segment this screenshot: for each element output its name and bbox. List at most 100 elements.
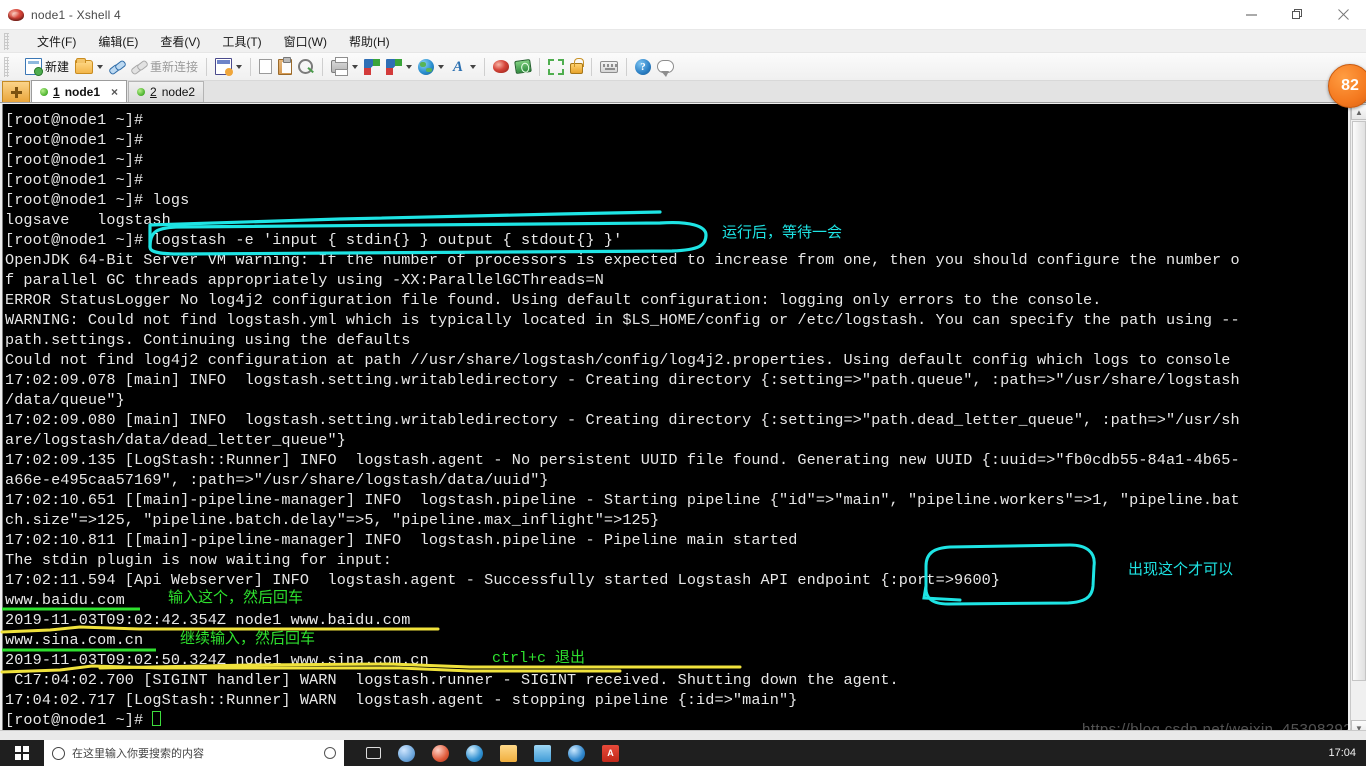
tab-label: node1 [64,84,101,99]
terminal-output[interactable]: [root@node1 ~]# [root@node1 ~]# [root@node… [2,104,1348,736]
folder-icon-1[interactable] [500,744,517,762]
window-controls [1228,0,1366,30]
folder-icon-2[interactable] [534,744,551,762]
terminal-line: 17:02:11.594 [Api Webserver] INFO logsta… [5,571,1001,589]
help-icon: ? [635,58,652,75]
taskbar-clock[interactable]: 17:04 [1328,747,1366,759]
terminal-line: a66e-e495caa57169", :path=>"/usr/share/l… [5,471,549,489]
terminal-line: [root@node1 ~]# logstash -e 'input { std… [5,231,623,249]
start-button[interactable] [0,740,44,766]
toolbar-separator [539,57,541,76]
search-icon [298,58,314,75]
close-button[interactable] [1320,0,1366,30]
print-icon [331,57,349,76]
encoding-button[interactable] [415,55,447,79]
tab-label: node2 [161,85,196,99]
app-icon-2[interactable] [432,744,449,762]
restore-button[interactable] [1274,0,1320,30]
terminal-line: logsave logstash [5,211,171,229]
session-manager-button[interactable] [212,55,245,79]
layout-button[interactable] [383,55,415,79]
scrollbar-thumb[interactable] [1352,121,1366,681]
chevron-down-icon[interactable] [352,64,359,69]
taskbar-search-input[interactable]: 在这里输入你要搜索的内容 [44,740,344,766]
taskbar-search-placeholder: 在这里输入你要搜索的内容 [72,748,204,760]
app-icon-1[interactable] [398,744,415,762]
color-scheme-button[interactable] [361,55,383,79]
chevron-down-icon[interactable] [438,64,445,69]
menu-file[interactable]: 文件(F) [26,31,87,52]
terminal-line: 17:02:09.080 [main] INFO logstash.settin… [5,411,1240,429]
feedback-button[interactable] [654,55,677,79]
print-button[interactable] [328,55,361,79]
chevron-down-icon[interactable] [236,64,243,69]
chevron-down-icon[interactable] [406,64,413,69]
chevron-down-icon[interactable] [97,64,104,69]
toolbar-separator [322,57,324,76]
fullscreen-button[interactable] [545,55,567,79]
xshell-button[interactable] [490,55,512,79]
terminal-cursor [152,711,162,726]
terminal-line: OpenJDK 64-Bit Server VM warning: If the… [5,251,1240,269]
notification-badge[interactable]: 82 [1328,64,1366,108]
terminal-text: [root@node1 ~]# [root@node1 ~]# [root@node… [3,104,1348,730]
terminal-line: www.sina.com.cn [5,631,144,649]
terminal-line: The stdin plugin is now waiting for inpu… [5,551,392,569]
xftp-button[interactable] [512,55,534,79]
reconnect-icon [131,59,147,75]
lock-icon [570,58,584,74]
new-session-button[interactable]: 新建 [22,55,72,79]
minimize-button[interactable] [1228,0,1274,30]
copy-button[interactable] [256,55,279,79]
reconnect-button[interactable]: 重新连接 [128,55,201,79]
app-icon-3[interactable] [466,744,483,762]
find-button[interactable] [295,55,317,79]
menu-tools[interactable]: 工具(T) [211,31,272,52]
help-button[interactable]: ? [632,55,654,79]
task-view-icon[interactable] [366,747,381,759]
font-button[interactable]: A [447,55,479,79]
lock-button[interactable] [567,55,586,79]
menu-help[interactable]: 帮助(H) [338,31,401,52]
terminal-line: 17:04:02.717 [LogStash::Runner] WARN log… [5,691,798,709]
new-session-icon [25,58,43,76]
terminal-line: www.baidu.com [5,591,125,609]
paste-button[interactable] [275,55,295,79]
terminal-line: ERROR StatusLogger No log4j2 configurati… [5,291,1102,309]
cortana-icon[interactable] [324,747,336,759]
new-tab-button[interactable] [2,81,30,102]
menu-edit[interactable]: 编辑(E) [87,31,149,52]
search-icon [52,746,65,760]
menu-view[interactable]: 查看(V) [149,31,211,52]
xshell-logo-icon [8,7,24,23]
terminal-line: [root@node1 ~]# logs [5,191,190,209]
tab-bar: 1 node1 × 2 node2 ◀ ▶ [0,80,1366,103]
toolbar-separator [250,57,252,76]
open-session-button[interactable] [72,55,106,79]
session-manager-icon [215,58,234,76]
status-strip [0,730,1366,740]
color-scheme-icon [364,58,381,75]
copy-icon [259,57,279,74]
terminal-line: WARNING: Could not find logstash.yml whi… [5,311,1240,329]
title-bar: node1 - Xshell 4 [0,0,1366,30]
terminal-line: 17:02:09.135 [LogStash::Runner] INFO log… [5,451,1240,469]
terminal-line: ch.size"=>125, "pipeline.batch.delay"=>5… [5,511,660,529]
browser-icon[interactable] [568,744,585,762]
xshell-window: node1 - Xshell 4 文件(F) 编辑(E) 查看(V) 工具(T)… [0,0,1366,766]
chevron-down-icon[interactable] [470,64,477,69]
terminal-line: [root@node1 ~]# [5,111,144,129]
terminal-scrollbar[interactable]: ▲ ▼ [1350,104,1366,736]
keyboard-button[interactable] [597,55,621,79]
tab-node1[interactable]: 1 node1 × [31,80,128,102]
tab-node2[interactable]: 2 node2 [128,81,205,102]
connect-button[interactable] [106,55,128,79]
close-tab-icon[interactable]: × [111,85,118,99]
terminal-line: f parallel GC threads appropriately usin… [5,271,604,289]
tab-number: 1 [53,84,60,99]
pdf-icon[interactable]: A [602,744,619,762]
terminal-line: [root@node1 ~]# [5,151,144,169]
xshell-icon [493,60,510,73]
chat-icon [657,60,675,77]
menu-window[interactable]: 窗口(W) [273,31,338,52]
